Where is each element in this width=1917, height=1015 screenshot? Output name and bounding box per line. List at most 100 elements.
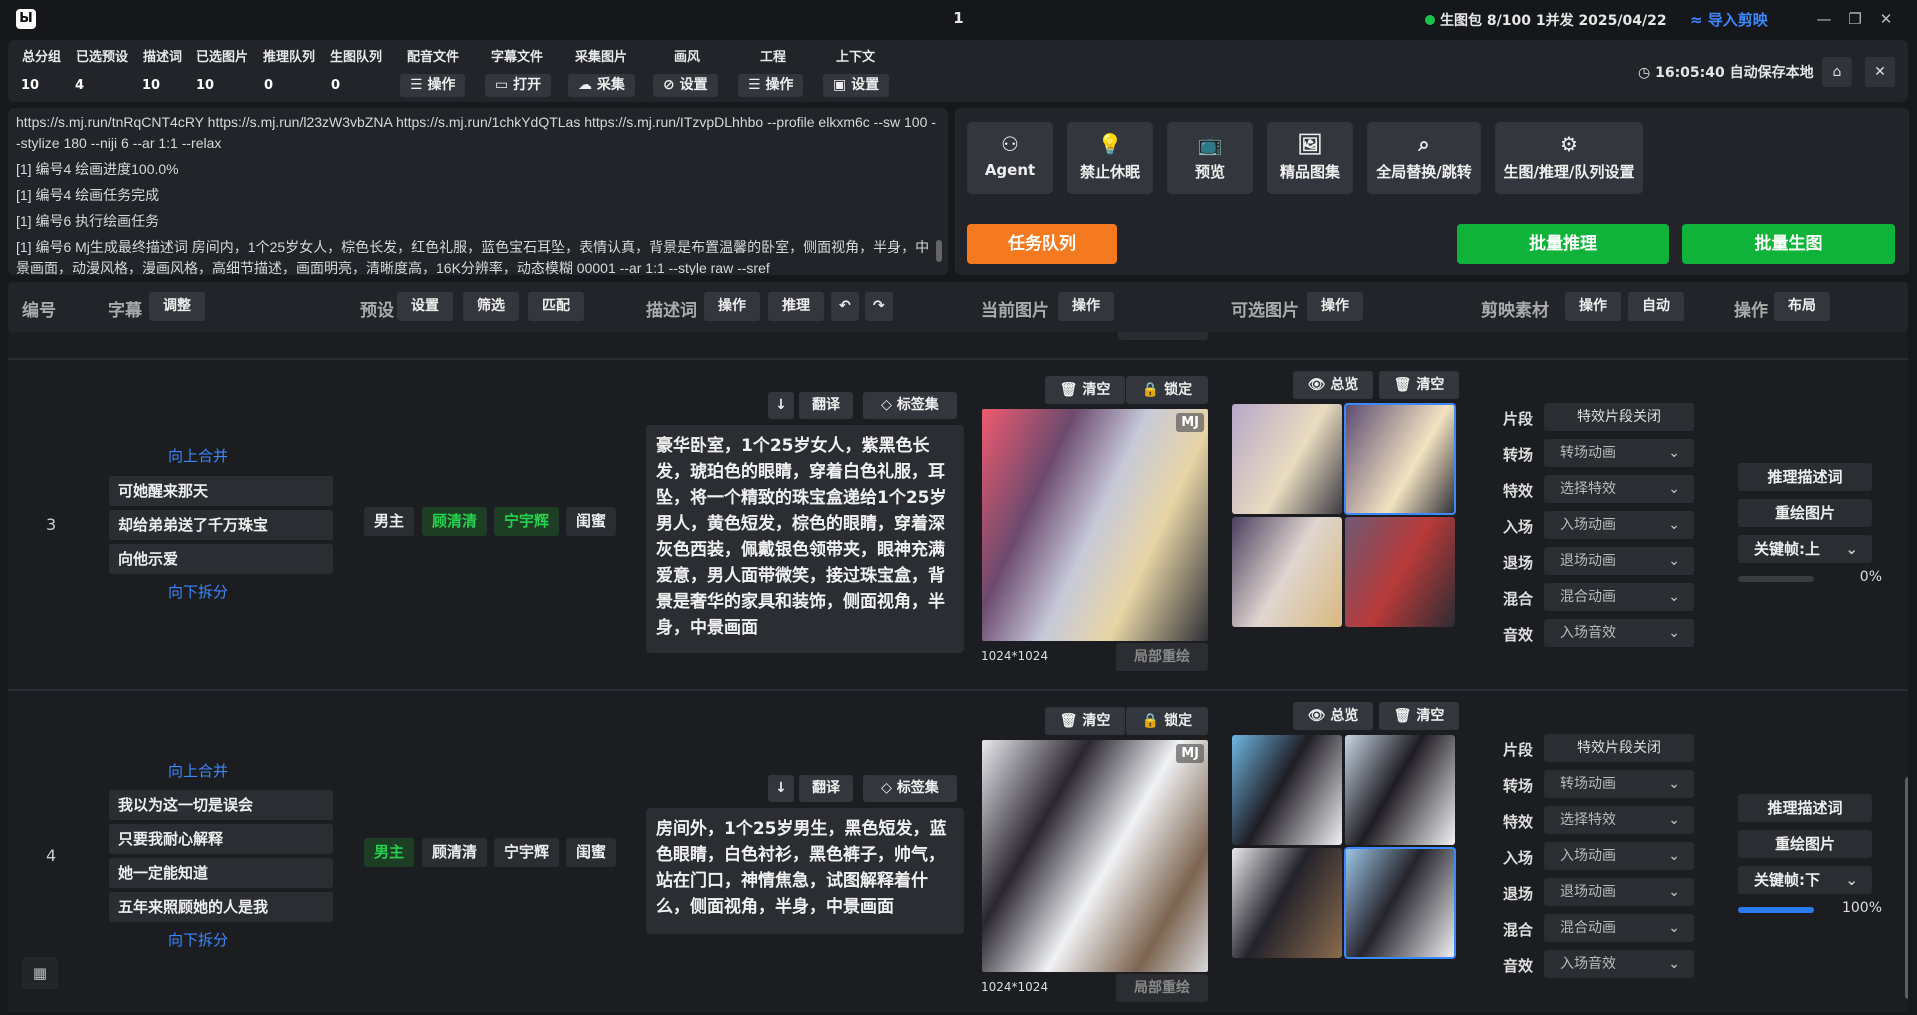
role-tag-active[interactable]: 顾清清 bbox=[422, 507, 488, 536]
grid-view-icon[interactable]: ▦ bbox=[22, 957, 58, 989]
keyframe-select[interactable]: 关键帧:上 ⌄ bbox=[1738, 535, 1872, 563]
role-tag[interactable]: 闺蜜 bbox=[566, 507, 617, 536]
desc-infer-button[interactable]: 推理 bbox=[768, 292, 824, 321]
arrow-down-icon[interactable]: ↓ bbox=[768, 775, 794, 802]
optional-thumbnail[interactable] bbox=[1345, 517, 1455, 627]
desc-operate-button[interactable]: 操作 bbox=[704, 292, 760, 321]
optional-thumbnail[interactable] bbox=[1345, 735, 1455, 845]
close-window-icon[interactable]: ✕ bbox=[1874, 8, 1898, 30]
effect-select[interactable]: 选择特效 ⌄ bbox=[1544, 475, 1694, 503]
task-queue-button[interactable]: 任务队列 bbox=[967, 224, 1117, 264]
import-jianying-button[interactable]: ≈ 导入剪映 bbox=[1690, 9, 1768, 30]
partial-redraw-button[interactable]: 局部重绘 bbox=[1116, 974, 1208, 1002]
infer-desc-button[interactable]: 推理描述词 bbox=[1738, 463, 1872, 491]
current-image[interactable]: MJ bbox=[982, 409, 1208, 641]
lock-image-button[interactable]: 🔒 锁定 bbox=[1126, 707, 1208, 735]
role-tag[interactable]: 男主 bbox=[364, 507, 415, 536]
enter-select[interactable]: 入场动画 ⌄ bbox=[1544, 511, 1694, 539]
subtitle-line[interactable]: 可她醒来那天 bbox=[109, 476, 333, 506]
role-tag-active[interactable]: 宁宇辉 bbox=[494, 507, 560, 536]
keyframe-select[interactable]: 关键帧:下 ⌄ bbox=[1738, 866, 1872, 894]
preset-set-button[interactable]: 设置 bbox=[397, 292, 453, 321]
role-tag[interactable]: 顾清清 bbox=[422, 838, 488, 867]
optional-image-operate-button[interactable]: 操作 bbox=[1307, 292, 1363, 321]
clear-thumbs-button[interactable]: 🗑 清空 bbox=[1379, 702, 1459, 730]
sound-select[interactable]: 入场音效 ⌄ bbox=[1544, 619, 1694, 647]
subtitle-line[interactable]: 只要我耐心解释 bbox=[109, 824, 333, 854]
project-operate-button[interactable]: ☰ 操作 bbox=[738, 74, 804, 97]
preset-match-button[interactable]: 匹配 bbox=[528, 292, 584, 321]
context-settings-button[interactable]: ▣ 设置 bbox=[823, 74, 890, 97]
current-image-operate-button[interactable]: 操作 bbox=[1058, 292, 1114, 321]
subtitle-line[interactable]: 五年来照顾她的人是我 bbox=[109, 892, 333, 922]
description-text[interactable]: 豪华卧室，1个25岁女人，紫黑色长发，琥珀色的眼睛，穿着白色礼服，耳坠，将一个精… bbox=[646, 425, 964, 653]
role-tag[interactable]: 宁宇辉 bbox=[494, 838, 560, 867]
style-settings-button[interactable]: ⊘ 设置 bbox=[653, 74, 718, 97]
subtitle-line[interactable]: 却给弟弟送了千万珠宝 bbox=[109, 510, 333, 540]
minimize-icon[interactable]: — bbox=[1812, 8, 1836, 30]
mix-select[interactable]: 混合动画 ⌄ bbox=[1544, 914, 1694, 942]
subtitle-line[interactable]: 我以为这一切是误会 bbox=[109, 790, 333, 820]
layout-button[interactable]: 布局 bbox=[1774, 292, 1830, 321]
clear-image-button[interactable]: 🗑 清空 bbox=[1045, 707, 1125, 735]
sound-select[interactable]: 入场音效 ⌄ bbox=[1544, 950, 1694, 978]
merge-up-link[interactable]: 向上合并 bbox=[108, 760, 288, 781]
role-tag-active[interactable]: 男主 bbox=[364, 838, 415, 867]
translate-button[interactable]: 翻译 bbox=[799, 775, 853, 802]
subtitle-adjust-button[interactable]: 调整 bbox=[149, 292, 205, 321]
gallery-button[interactable]: 🖼 精品图集 bbox=[1267, 122, 1353, 194]
redraw-image-button[interactable]: 重绘图片 bbox=[1738, 499, 1872, 527]
optional-thumbnail[interactable] bbox=[1232, 848, 1342, 958]
infer-desc-button[interactable]: 推理描述词 bbox=[1738, 794, 1872, 822]
transition-select[interactable]: 转场动画 ⌄ bbox=[1544, 770, 1694, 798]
gen-settings-button[interactable]: ⚙ 生图/推理/队列设置 bbox=[1495, 122, 1643, 194]
subtitle-line[interactable]: 她一定能知道 bbox=[109, 858, 333, 888]
optional-thumbnail-selected[interactable] bbox=[1344, 403, 1456, 515]
role-tag[interactable]: 闺蜜 bbox=[566, 838, 617, 867]
translate-button[interactable]: 翻译 bbox=[799, 392, 853, 419]
global-replace-button[interactable]: ⌕ 全局替换/跳转 bbox=[1367, 122, 1481, 194]
agent-button[interactable]: ⚇ Agent bbox=[967, 122, 1053, 194]
merge-up-link[interactable]: 向上合并 bbox=[108, 445, 288, 466]
collect-button[interactable]: ☁ 采集 bbox=[568, 74, 635, 97]
undo-icon[interactable]: ↶ bbox=[831, 292, 859, 321]
segment-toggle[interactable]: 特效片段关闭 bbox=[1544, 403, 1694, 431]
arrow-down-icon[interactable]: ↓ bbox=[768, 392, 794, 419]
transition-select[interactable]: 转场动画 ⌄ bbox=[1544, 439, 1694, 467]
jianying-auto-button[interactable]: 自动 bbox=[1628, 292, 1684, 321]
batch-generate-button[interactable]: 批量生图 bbox=[1682, 224, 1895, 264]
log-scrollbar[interactable] bbox=[936, 240, 942, 262]
subtitle-open-button[interactable]: ▭ 打开 bbox=[485, 74, 552, 97]
lock-image-button[interactable]: 🔒 锁定 bbox=[1126, 376, 1208, 404]
mix-select[interactable]: 混合动画 ⌄ bbox=[1544, 583, 1694, 611]
maximize-icon[interactable]: ❐ bbox=[1843, 8, 1867, 30]
exit-select[interactable]: 退场动画 ⌄ bbox=[1544, 547, 1694, 575]
jianying-operate-button[interactable]: 操作 bbox=[1565, 292, 1621, 321]
current-image[interactable]: MJ bbox=[982, 740, 1208, 972]
effect-select[interactable]: 选择特效 ⌄ bbox=[1544, 806, 1694, 834]
overview-button[interactable]: 👁 总览 bbox=[1293, 371, 1373, 399]
overview-button[interactable]: 👁 总览 bbox=[1293, 702, 1373, 730]
optional-thumbnail[interactable] bbox=[1232, 517, 1342, 627]
clear-thumbs-button[interactable]: 🗑 清空 bbox=[1379, 371, 1459, 399]
enter-select[interactable]: 入场动画 ⌄ bbox=[1544, 842, 1694, 870]
dub-operate-button[interactable]: ☰ 操作 bbox=[400, 74, 466, 97]
exit-select[interactable]: 退场动画 ⌄ bbox=[1544, 878, 1694, 906]
description-text[interactable]: 房间外，1个25岁男生，黑色短发，蓝色眼睛，白色衬衫，黑色裤子，帅气，站在门口，… bbox=[646, 808, 964, 934]
tag-set-button[interactable]: ◇ 标签集 bbox=[863, 775, 957, 802]
split-down-link[interactable]: 向下拆分 bbox=[108, 581, 288, 602]
optional-thumbnail[interactable] bbox=[1232, 735, 1342, 845]
subtitle-line[interactable]: 向他示爱 bbox=[109, 544, 333, 574]
preview-button[interactable]: 📺 预览 bbox=[1167, 122, 1253, 194]
optional-thumbnail[interactable] bbox=[1232, 404, 1342, 514]
redo-icon[interactable]: ↷ bbox=[865, 292, 893, 321]
close-icon[interactable]: ✕ bbox=[1865, 57, 1895, 87]
home-icon[interactable]: ⌂ bbox=[1822, 57, 1852, 87]
redraw-image-button[interactable]: 重绘图片 bbox=[1738, 830, 1872, 858]
split-down-link[interactable]: 向下拆分 bbox=[108, 929, 288, 950]
tag-set-button[interactable]: ◇ 标签集 bbox=[863, 392, 957, 419]
preset-filter-button[interactable]: 筛选 bbox=[463, 292, 519, 321]
segment-toggle[interactable]: 特效片段关闭 bbox=[1544, 734, 1694, 762]
no-sleep-button[interactable]: 💡 禁止休眠 bbox=[1067, 122, 1153, 194]
optional-thumbnail-selected[interactable] bbox=[1344, 847, 1456, 959]
